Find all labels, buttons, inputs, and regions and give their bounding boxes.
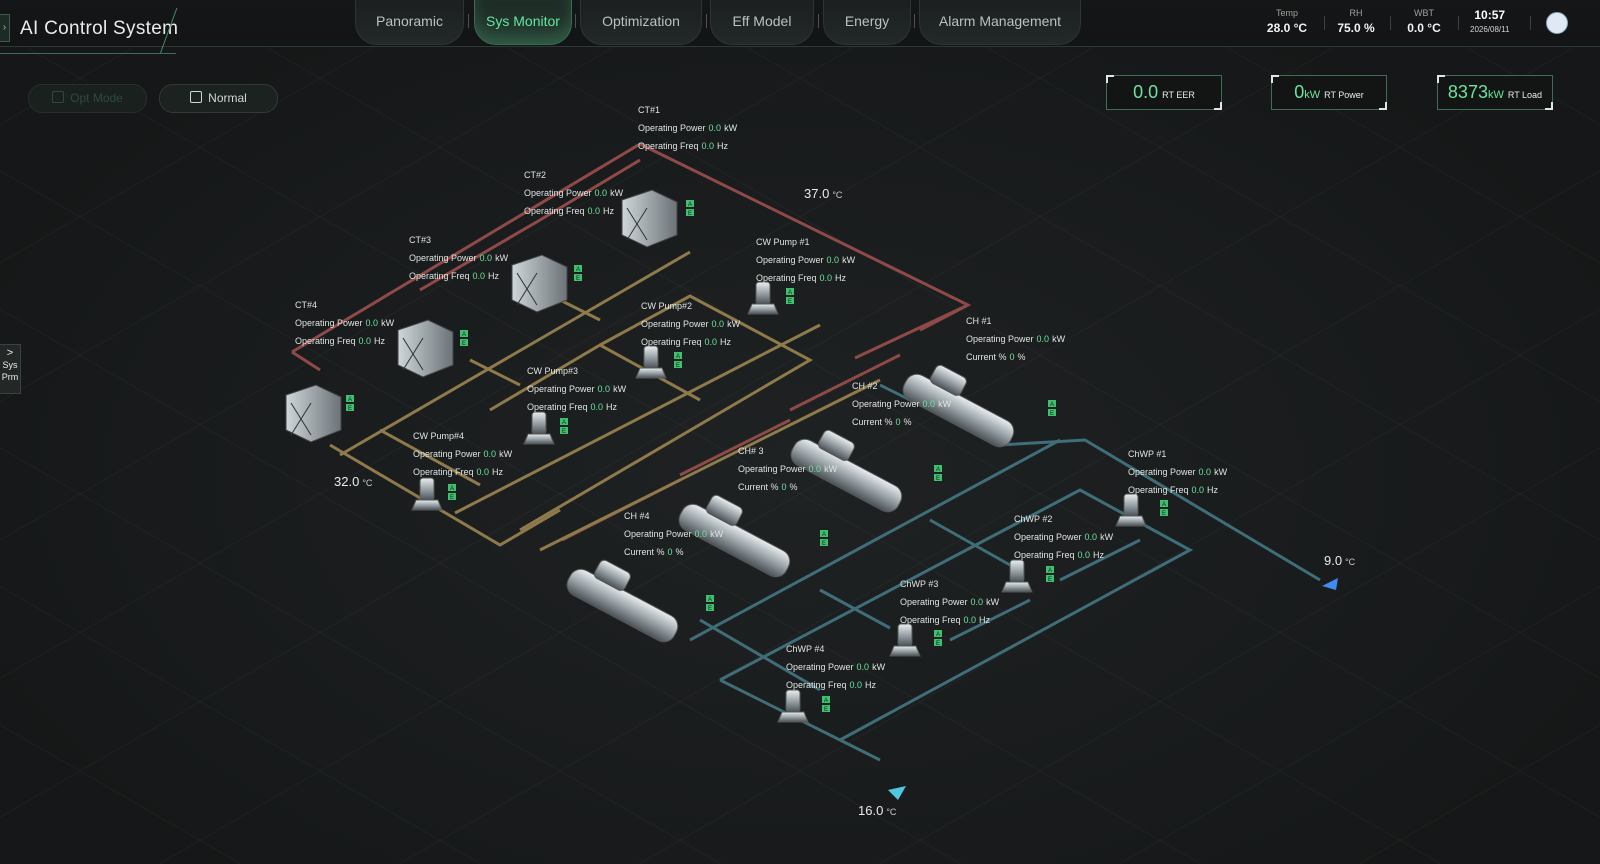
status-badge-label: A (676, 354, 680, 360)
kpi-rt-load: 8373kW RT Load (1437, 75, 1553, 110)
calendar-icon (190, 91, 203, 103)
status-badge-label: E (450, 495, 454, 501)
clock: 10:57 2026/08/11 (1470, 8, 1510, 34)
tab-optimization[interactable]: Optimization (580, 0, 702, 45)
ct3-label[interactable]: CT#3 Operating Power 0.0 kW Operating Freq… (409, 231, 508, 285)
user-avatar-icon[interactable] (1546, 12, 1568, 34)
kpi-rt-power: 0kW RT Power (1271, 75, 1387, 110)
kpi-rt-eer: 0.0 RT EER (1106, 75, 1222, 110)
status-badge-label: E (788, 299, 792, 305)
chw-return-temp: 16.0 °C (858, 803, 897, 818)
chwp1-label[interactable]: ChWP #1 Operating Power 0.0 kW Operating F… (1128, 445, 1227, 499)
ct1-label[interactable]: CT#1 Operating Power 0.0 kW Operating Freq… (638, 101, 737, 155)
status-badge-label: A (348, 397, 352, 403)
ct-return-temp: 32.0 °C (334, 474, 373, 489)
status-badge-label: A (788, 290, 792, 296)
ch1-label[interactable]: CH #1 Operating Power 0.0 kW Current % 0% (966, 312, 1065, 366)
status-badge-label: E (822, 541, 826, 547)
cw-pump1-label[interactable]: CW Pump #1 Operating Power 0.0 kW Operatin… (756, 233, 855, 287)
cw-pump3-label[interactable]: CW Pump#3 Operating Power 0.0 kW Operating… (527, 362, 626, 416)
top-bar: › AI Control System Panoramic Sys Monito… (0, 0, 1600, 54)
status-badge-label: E (936, 476, 940, 482)
status-badge-label: E (936, 641, 940, 647)
status-badge-label: E (676, 363, 680, 369)
env-divider (1390, 16, 1391, 30)
gear-icon (52, 91, 65, 103)
chw-return-arrow-icon (888, 786, 906, 800)
status-badge-label: E (1162, 511, 1166, 517)
status-badge-label: A (462, 332, 466, 338)
nav-divider (706, 14, 707, 28)
status-badge-label: A (822, 532, 826, 538)
chw-supply-arrow-icon (1322, 578, 1338, 590)
nav-divider (914, 14, 915, 28)
tab-alarm-management[interactable]: Alarm Management (919, 0, 1081, 45)
status-badge-label: E (688, 211, 692, 217)
normal-mode-button[interactable]: Normal (159, 84, 278, 113)
status-badge-label: A (1050, 402, 1054, 408)
tab-eff-model[interactable]: Eff Model (710, 0, 814, 45)
status-badge-label: A (576, 267, 580, 273)
cw-pump2-label[interactable]: CW Pump#2 Operating Power 0.0 kW Operating… (641, 297, 740, 351)
tab-panoramic[interactable]: Panoramic (355, 0, 464, 45)
ch3-label[interactable]: CH# 3 Operating Power 0.0 kW Current % 0% (738, 442, 837, 496)
nav-divider (468, 14, 469, 28)
menu-toggle-icon[interactable]: › (0, 14, 10, 42)
status-badge-label: A (1162, 502, 1166, 508)
status-badge-label: A (708, 597, 712, 603)
env-temp: Temp 28.0 °C (1266, 8, 1308, 35)
env-divider (1530, 16, 1531, 30)
chevron-right-icon: > (6, 347, 14, 359)
status-badge-label: A (936, 467, 940, 473)
tab-sys-monitor[interactable]: Sys Monitor (474, 0, 572, 45)
status-badge-label: E (1050, 411, 1054, 417)
chw-supply-temp: 9.0 °C (1324, 553, 1356, 568)
chwp4-label[interactable]: ChWP #4 Operating Power 0.0 kW Operating F… (786, 640, 885, 694)
ct2-label[interactable]: CT#2 Operating Power 0.0 kW Operating Freq… (524, 166, 623, 220)
tab-energy[interactable]: Energy (823, 0, 911, 45)
sys-prm-tab[interactable]: > Sys Prm (0, 344, 21, 394)
env-divider (1324, 16, 1325, 30)
status-badge-label: A (562, 420, 566, 426)
ch4-label[interactable]: CH #4 Operating Power 0.0 kW Current % 0% (624, 507, 723, 561)
status-badge-label: E (562, 429, 566, 435)
ct-supply-temp: 37.0 °C (804, 186, 843, 201)
ch2-label[interactable]: CH #2 Operating Power 0.0 kW Current % 0% (852, 377, 951, 431)
opt-mode-button[interactable]: Opt Mode (28, 84, 147, 113)
env-rh: RH 75.0 % (1337, 8, 1375, 35)
status-badge-label: E (824, 707, 828, 713)
app-title: AI Control System (20, 18, 179, 39)
chwp2-label[interactable]: ChWP #2 Operating Power 0.0 kW Operating F… (1014, 510, 1113, 564)
nav-divider (575, 14, 576, 28)
status-badge-label: E (348, 406, 352, 412)
status-badge-label: E (576, 276, 580, 282)
cw-pump4-label[interactable]: CW Pump#4 Operating Power 0.0 kW Operating… (413, 427, 512, 481)
title-underline (0, 53, 176, 54)
plant-diagram: AEAEAEAEAEAEAEAEAEAEAEAEAEAEAEAE (285, 142, 1338, 800)
env-wbt: WBT 0.0 °C (1407, 8, 1441, 35)
chwp3-label[interactable]: ChWP #3 Operating Power 0.0 kW Operating F… (900, 575, 999, 629)
status-badge-label: A (450, 486, 454, 492)
status-badge-label: E (462, 341, 466, 347)
status-badge-label: A (824, 698, 828, 704)
env-divider (1458, 16, 1459, 30)
status-badge-label: E (708, 606, 712, 612)
ct4-label[interactable]: CT#4 Operating Power 0.0 kW Operating Freq… (295, 296, 394, 350)
status-badge-label: A (936, 632, 940, 638)
status-badge-label: E (1048, 577, 1052, 583)
status-badge-label: A (688, 202, 692, 208)
nav-divider (818, 14, 819, 28)
status-badge-label: A (1048, 568, 1052, 574)
